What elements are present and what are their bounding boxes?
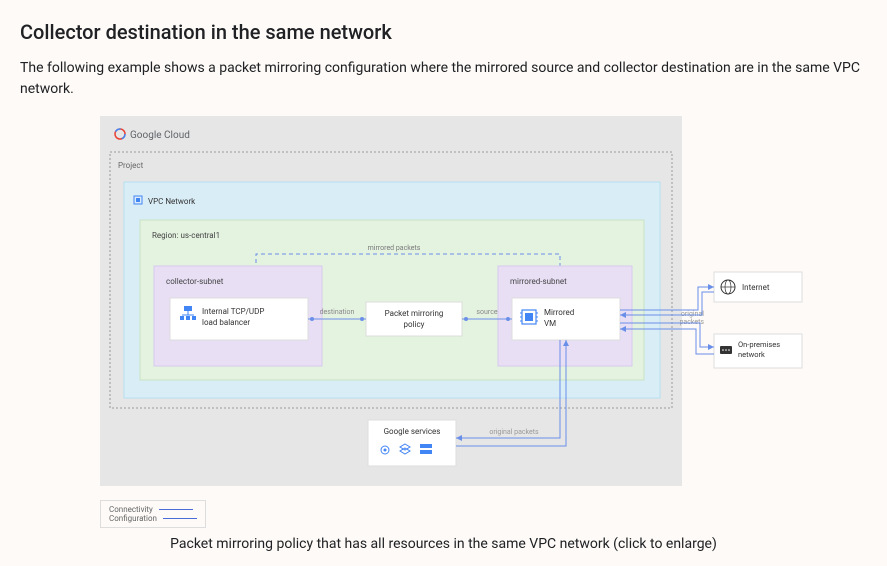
legend-configuration-label: Configuration xyxy=(109,514,157,523)
legend-connectivity-label: Connectivity xyxy=(109,505,153,514)
source-label: source xyxy=(476,308,497,316)
original-packets-ext-label-1: original xyxy=(681,310,704,318)
legend-configuration-line xyxy=(163,518,197,519)
vpc-label: VPC Network xyxy=(148,197,196,206)
project-label: Project xyxy=(118,161,144,170)
onprem-label-1: On-premises xyxy=(738,340,780,349)
mirrored-vm-label-1: Mirrored xyxy=(544,308,574,317)
onprem-label-2: network xyxy=(738,350,765,359)
internet-label: Internet xyxy=(742,283,770,292)
mirrored-vm-label-2: VM xyxy=(544,319,556,328)
load-balancer-label-1: Internal TCP/UDP xyxy=(202,307,264,316)
load-balancer-label-2: load balancer xyxy=(202,318,250,327)
policy-box xyxy=(366,302,462,336)
mirrored-packets-label: mirrored packets xyxy=(368,244,421,252)
original-packets-bottom-label: original packets xyxy=(489,428,539,436)
google-cloud-label: Google Cloud xyxy=(130,130,190,141)
mirrored-subnet-label: mirrored-subnet xyxy=(510,277,567,286)
destination-label: destination xyxy=(320,308,355,316)
figure-caption: Packet mirroring policy that has all res… xyxy=(20,536,867,552)
legend-connectivity-line xyxy=(159,509,193,510)
intro-paragraph: The following example shows a packet mir… xyxy=(20,58,867,100)
architecture-diagram[interactable]: Google Cloud Project VPC Network Region:… xyxy=(100,116,830,496)
legend-box: Connectivity Configuration xyxy=(100,500,206,528)
section-heading: Collector destination in the same networ… xyxy=(20,20,867,44)
region-label: Region: us-central1 xyxy=(152,231,220,240)
original-packets-ext-label-2: packets xyxy=(680,318,705,326)
collector-subnet-label: collector-subnet xyxy=(166,277,224,286)
policy-label-2: policy xyxy=(404,320,425,329)
policy-label-1: Packet mirroring xyxy=(385,309,444,318)
google-services-label: Google services xyxy=(384,427,441,436)
